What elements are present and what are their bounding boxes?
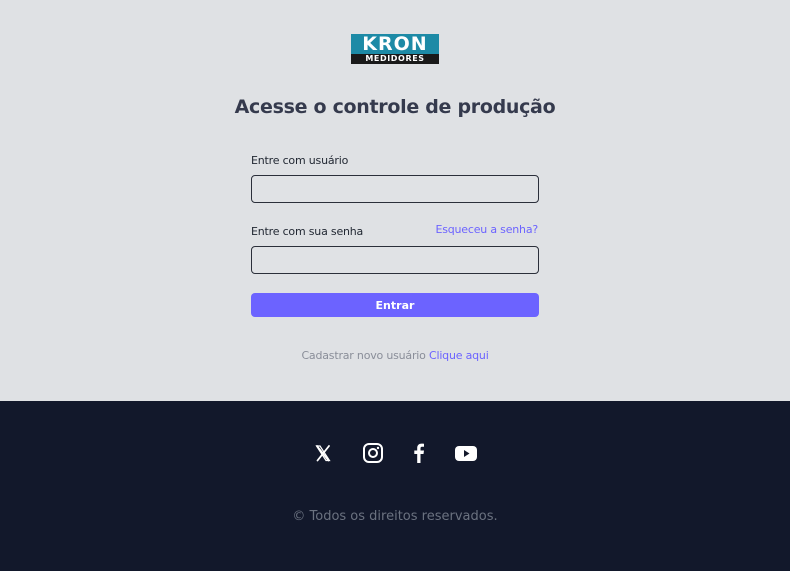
- logo-kron-text: KRON: [351, 34, 439, 54]
- youtube-icon[interactable]: [454, 441, 478, 465]
- footer: © Todos os direitos reservados.: [0, 401, 790, 571]
- kron-logo: KRON MEDIDORES: [351, 34, 439, 64]
- copyright-text: © Todos os direitos reservados.: [292, 509, 498, 524]
- instagram-icon[interactable]: [361, 441, 385, 465]
- forgot-password-link[interactable]: Esqueceu a senha?: [435, 223, 538, 236]
- password-label: Entre com sua senha: [251, 225, 364, 238]
- register-prompt: Cadastrar novo usuário Clique aqui: [0, 349, 790, 362]
- password-input[interactable]: [251, 246, 539, 274]
- facebook-icon[interactable]: [407, 441, 431, 465]
- page-title: Acesse o controle de produção: [234, 96, 556, 118]
- username-label: Entre com usuário: [251, 154, 349, 167]
- register-text: Cadastrar novo usuário: [301, 349, 426, 362]
- register-link[interactable]: Clique aqui: [429, 349, 489, 362]
- logo-medidores-text: MEDIDORES: [351, 54, 439, 64]
- login-button[interactable]: Entrar: [251, 293, 539, 317]
- x-icon[interactable]: [311, 441, 335, 465]
- login-section: KRON MEDIDORES Acesse o controle de prod…: [0, 0, 790, 401]
- username-input[interactable]: [251, 175, 539, 203]
